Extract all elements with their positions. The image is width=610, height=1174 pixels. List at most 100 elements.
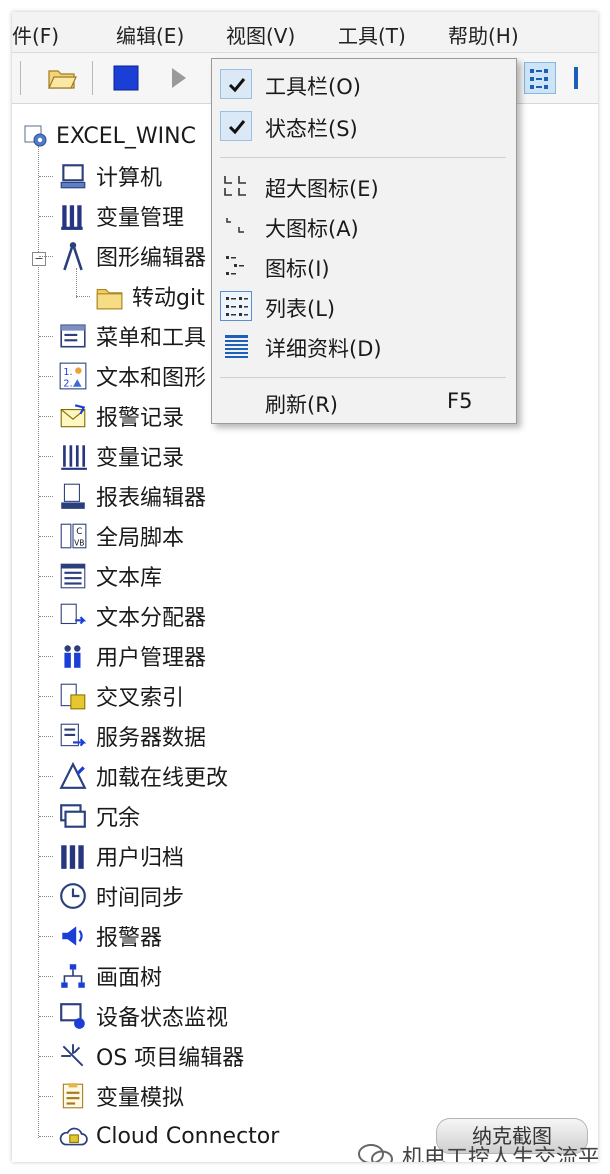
menu-file[interactable]: 件(F) [12, 20, 59, 49]
tree-item[interactable]: 计算机 [58, 158, 162, 194]
tree-item[interactable]: 加载在线更改 [58, 758, 228, 794]
tree-connector [39, 496, 53, 497]
tree-item[interactable]: 1. 2. 文本和图形 [58, 358, 206, 394]
tree-item[interactable]: 变量记录 [58, 438, 184, 474]
tree-item-label: 文本分配器 [96, 606, 207, 631]
tree-item-label: 加载在线更改 [96, 766, 229, 791]
menu-item-statusbar[interactable]: 状态栏(S) [214, 107, 512, 145]
list-view-icon[interactable] [524, 62, 556, 94]
check-icon [220, 111, 252, 141]
menu-item-extra-large-icons[interactable]: 超大图标(E) [214, 167, 512, 205]
tree-connector [39, 1136, 53, 1137]
tag-management-icon [58, 201, 88, 231]
horn-icon [58, 921, 88, 951]
list-icon [220, 291, 252, 321]
tree-connector [39, 376, 53, 377]
tree-item-label: 全局脚本 [96, 526, 185, 551]
wechat-icon [356, 1142, 396, 1162]
collapse-toggle[interactable]: − [32, 252, 46, 266]
tree-item[interactable]: 报警记录 [58, 398, 184, 434]
tree-item-label: 报警记录 [96, 406, 185, 431]
menu-view[interactable]: 视图(V) [226, 20, 295, 49]
menu-item-details[interactable]: 详细资料(D) [214, 327, 512, 365]
tree-item[interactable]: 设备状态监视 [58, 998, 228, 1034]
redundancy-icon [58, 801, 88, 831]
tree-item[interactable]: 文本库 [58, 558, 162, 594]
picture-tree-icon [58, 961, 88, 991]
tree-item-label: 设备状态监视 [96, 1006, 229, 1031]
tree-item[interactable]: 图形编辑器 [58, 238, 206, 274]
menu-edit[interactable]: 编辑(E) [116, 20, 184, 49]
tree-item[interactable]: 文本分配器 [58, 598, 206, 634]
tree-item[interactable]: 用户管理器 [58, 638, 206, 674]
alarm-logging-icon [58, 401, 88, 431]
graphics-designer-icon [58, 241, 88, 271]
load-online-changes-icon [58, 761, 88, 791]
tree-item[interactable]: 报表编辑器 [58, 478, 206, 514]
tree-item-label: 用户归档 [96, 846, 185, 871]
svg-text:1.: 1. [63, 367, 72, 378]
tree-item[interactable]: 变量模拟 [58, 1078, 184, 1114]
tree-item[interactable]: 冗余 [58, 798, 140, 834]
menu-help[interactable]: 帮助(H) [448, 20, 519, 49]
tree-item[interactable]: Cloud Connector [58, 1118, 279, 1154]
tree-item[interactable]: 画面树 [58, 958, 162, 994]
menu-toolbar-icon [58, 321, 88, 351]
cross-reference-icon [58, 681, 88, 711]
toolbar-separator [92, 61, 93, 95]
menu-item-label: 列表(L) [265, 297, 336, 321]
folder-icon [94, 281, 124, 311]
tree-connector [39, 1056, 53, 1057]
details-view-icon[interactable] [568, 62, 598, 94]
open-folder-icon[interactable] [46, 62, 78, 94]
menu-tools[interactable]: 工具(T) [338, 20, 406, 49]
tree-connector [39, 776, 53, 777]
play-icon[interactable] [162, 62, 194, 94]
global-script-icon: C VB [58, 521, 88, 551]
tree-item[interactable]: 服务器数据 [58, 718, 206, 754]
menu-item-large-icons[interactable]: 大图标(A) [214, 207, 512, 245]
svg-text:VB: VB [74, 539, 84, 548]
tree-connector [39, 736, 53, 737]
tree-item[interactable]: 用户归档 [58, 838, 184, 874]
tree-connector [39, 216, 53, 217]
tree-item[interactable]: OS 项目编辑器 [58, 1038, 244, 1074]
device-status-icon [58, 1001, 88, 1031]
computer-icon [58, 161, 88, 191]
tree-item-label: 报警器 [96, 926, 163, 951]
tree-root[interactable]: EXCEL_WINC [24, 118, 196, 154]
tree-item[interactable]: 菜单和工具 [58, 318, 206, 354]
menu-item-list[interactable]: 列表(L) [214, 287, 512, 325]
tree-connector [76, 296, 90, 297]
tree-item-label: 菜单和工具 [96, 326, 207, 351]
tree-item[interactable]: 转动git [94, 278, 205, 314]
cloud-connector-icon [58, 1121, 88, 1151]
menu-item-small-icons[interactable]: 图标(I) [214, 247, 512, 285]
tree-connector [39, 416, 53, 417]
os-project-editor-icon [58, 1041, 88, 1071]
tree-item[interactable]: 交叉索引 [58, 678, 184, 714]
stop-icon[interactable] [110, 62, 142, 94]
tree-connector [39, 536, 53, 537]
app-window: 件(F) 编辑(E) 视图(V) 工具(T) 帮助(H) EXCEL_WINC … [12, 12, 598, 1162]
menu-separator [220, 157, 506, 158]
tree-item[interactable]: 报警器 [58, 918, 162, 954]
tree-connector [39, 256, 53, 257]
tree-connector [39, 1016, 53, 1017]
menu-item-toolbar[interactable]: 工具栏(O) [214, 65, 512, 103]
tree-item[interactable]: 时间同步 [58, 878, 184, 914]
tree-connector [39, 816, 53, 817]
tree-item[interactable]: 变量管理 [58, 198, 184, 234]
tree-item-label: 文本库 [96, 566, 163, 591]
tree-item-label: 文本和图形 [96, 366, 207, 391]
menu-item-refresh[interactable]: 刷新(R) F5 [214, 383, 512, 421]
tree-item-label: 图形编辑器 [96, 246, 207, 271]
tree-item[interactable]: C VB 全局脚本 [58, 518, 184, 554]
details-icon [220, 331, 252, 361]
tree-item-label: 转动git [132, 286, 205, 311]
text-distributor-icon [58, 601, 88, 631]
tree-item-label: 服务器数据 [96, 726, 207, 751]
tree-item-label: 画面树 [96, 966, 163, 991]
text-library-icon [58, 561, 88, 591]
tree-item-label: Cloud Connector [96, 1123, 280, 1149]
